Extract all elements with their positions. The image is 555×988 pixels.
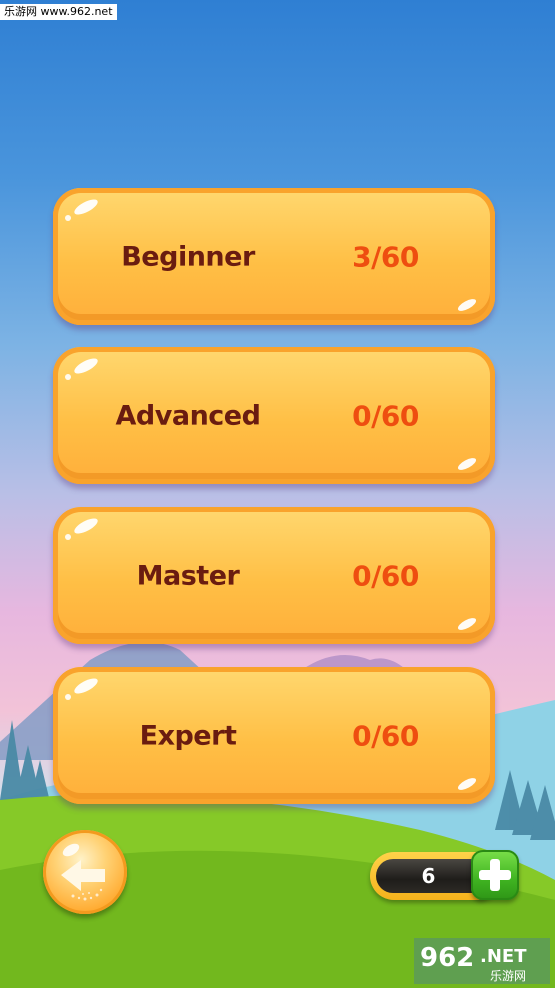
svg-text:乐游网: 乐游网: [490, 969, 526, 983]
watermark-logo: 962 .NET 乐游网: [414, 938, 550, 984]
svg-text:.NET: .NET: [480, 946, 527, 967]
coin-value: 6: [421, 864, 436, 888]
level-button-beginner[interactable]: Beginner 3/60: [53, 188, 495, 325]
shine-highlight: [72, 515, 100, 537]
level-name: Advanced: [115, 400, 261, 431]
shine-highlight: [456, 615, 478, 633]
shine-highlight: [456, 296, 478, 314]
svg-text:962: 962: [420, 943, 474, 973]
watermark-top-text: 乐游网 www.962.net: [0, 4, 117, 20]
back-arrow-icon: [61, 843, 105, 901]
level-progress: 0/60: [352, 559, 419, 592]
level-name: Beginner: [121, 241, 255, 272]
shine-highlight: [72, 675, 100, 697]
level-button-expert[interactable]: Expert 0/60: [53, 667, 495, 804]
game-scene: 乐游网 www.962.net Beginner 3/60 Advanced 0…: [0, 0, 555, 988]
shine-highlight: [65, 694, 71, 700]
shine-highlight: [65, 215, 71, 221]
shine-highlight: [72, 196, 100, 218]
level-progress: 0/60: [352, 399, 419, 432]
shine-highlight: [456, 455, 478, 473]
level-button-master[interactable]: Master 0/60: [53, 507, 495, 644]
level-progress: 3/60: [352, 240, 419, 273]
level-name: Expert: [139, 720, 237, 751]
add-coins-button[interactable]: [471, 850, 519, 900]
shine-highlight: [65, 534, 71, 540]
back-button[interactable]: [43, 830, 127, 914]
level-progress: 0/60: [352, 719, 419, 752]
plus-icon: [479, 859, 511, 891]
shine-highlight: [72, 355, 100, 377]
level-name: Master: [136, 560, 240, 591]
shine-highlight: [456, 775, 478, 793]
level-button-advanced[interactable]: Advanced 0/60: [53, 347, 495, 484]
shine-highlight: [65, 374, 71, 380]
